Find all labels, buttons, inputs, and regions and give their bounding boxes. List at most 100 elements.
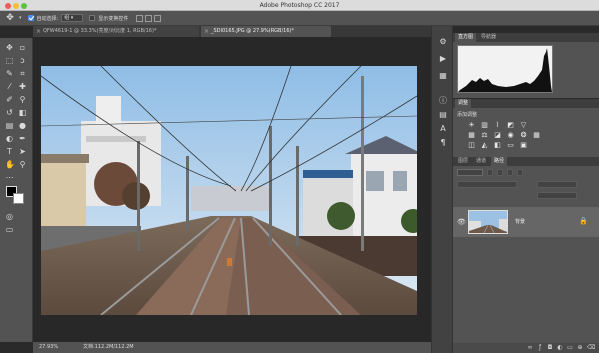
dodge-icon[interactable]: ◐ — [5, 134, 14, 143]
zoom-icon[interactable]: ⚲ — [18, 160, 27, 169]
gradient-icon[interactable]: ▤ — [5, 121, 14, 130]
photo-filter-icon[interactable]: ◉ — [506, 131, 515, 139]
align-bottom-icon[interactable] — [154, 14, 162, 22]
document-image — [41, 66, 417, 315]
posterize-icon[interactable]: ◭ — [480, 141, 489, 149]
invert-icon[interactable]: ◫ — [467, 141, 476, 149]
tab-paths[interactable]: 路径 — [491, 157, 508, 166]
move-tool-icon[interactable]: ✥ — [3, 11, 17, 25]
info-icon[interactable]: ⓘ — [438, 96, 448, 106]
color-balance-icon[interactable]: ⚖ — [480, 131, 489, 139]
blend-mode-select[interactable] — [457, 181, 517, 188]
status-bar: 27.93% 文档:112.2M/112.2M — [33, 342, 431, 353]
show-transform-checkbox[interactable] — [89, 15, 96, 21]
eyedropper-icon[interactable]: ⁄ — [5, 82, 14, 91]
histogram-panel-tabs: 直方图 导航器 — [453, 33, 599, 42]
more-tools-icon[interactable]: ⋯ — [5, 173, 14, 182]
color-lookup-icon[interactable]: ▦ — [532, 131, 541, 139]
window-title-bar: Adobe Photoshop CC 2017 — [0, 0, 599, 11]
auto-select-checkbox[interactable] — [27, 15, 34, 21]
curves-icon[interactable]: ⌇ — [493, 121, 502, 129]
tool-preset-caret-icon[interactable]: ▾ — [19, 15, 22, 21]
exposure-icon[interactable]: ◩ — [506, 121, 515, 129]
selective-color-icon[interactable]: ▣ — [519, 141, 528, 149]
artboard-icon[interactable]: ▫ — [18, 43, 27, 52]
hue-saturation-icon[interactable]: ▦ — [467, 131, 476, 139]
eraser-icon[interactable]: ◧ — [18, 108, 27, 117]
opacity-field[interactable] — [537, 181, 577, 188]
layers-panel-tabs: 图层 通道 路径 — [453, 157, 599, 166]
document-tab-1-label: QFW4619-1 @ 33.3%(亮度/对比度 1, RGB/16)* — [43, 28, 157, 34]
tools-panel: ✥ ▫ ⬚ ↄ ✎ ⌗ ⁄ ✚ ✐ ⚲ ↺ ◧ ▤ ● ◐ ✒ T ➤ ✋ ⚲ … — [0, 38, 33, 342]
align-top-icon[interactable] — [136, 14, 144, 22]
quick-mask-icon[interactable]: ◎ — [5, 212, 14, 221]
fill-field[interactable] — [537, 192, 577, 199]
delete-layer-icon[interactable]: ⌫ — [587, 345, 595, 351]
black-white-icon[interactable]: ◪ — [493, 131, 502, 139]
blur-icon[interactable]: ● — [18, 121, 27, 130]
lock-icon[interactable]: 🔒 — [579, 217, 588, 225]
tab-adjustments[interactable]: 调整 — [455, 99, 472, 108]
vibrance-icon[interactable]: ▽ — [519, 121, 528, 129]
close-tab-icon[interactable]: × — [36, 26, 41, 37]
layer-filter-select[interactable] — [457, 169, 483, 176]
histogram-panel: 直方图 导航器 — [453, 33, 599, 98]
filter-shape-icon[interactable] — [517, 169, 523, 176]
new-group-icon[interactable]: ▭ — [567, 345, 573, 351]
pen-icon[interactable]: ✒ — [18, 134, 27, 143]
history-icon[interactable]: ⚙ — [438, 37, 448, 47]
lock-row — [457, 192, 595, 199]
document-tab-2[interactable]: × _SDI0165.JPG @ 27.9%(RGB/16)* — [201, 26, 331, 37]
layer-comps-icon[interactable]: ▦ — [438, 71, 448, 81]
screen-mode-icon[interactable]: ▭ — [5, 225, 14, 234]
hand-icon[interactable]: ✋ — [5, 160, 15, 169]
channel-mixer-icon[interactable]: ❂ — [519, 131, 528, 139]
filter-pixel-icon[interactable] — [487, 169, 493, 176]
move-icon[interactable]: ✥ — [5, 43, 14, 52]
layer-style-icon[interactable]: ƒ — [537, 345, 543, 351]
adjustments-panel: 调整 添加调整 ☀ ▥ ⌇ ◩ ▽ ▦ ⚖ ◪ ◉ ❂ ▦ ◫ ◭ ◧ ▭ ▣ — [453, 99, 599, 157]
document-tab-1[interactable]: × QFW4619-1 @ 33.3%(亮度/对比度 1, RGB/16)* — [33, 26, 199, 37]
crop-icon[interactable]: ⌗ — [18, 69, 27, 78]
filter-type-icon[interactable] — [507, 169, 513, 176]
layer-row[interactable]: 👁 背景 🔒 — [453, 207, 599, 237]
close-tab-icon[interactable]: × — [204, 26, 209, 37]
type-icon[interactable]: T — [5, 147, 14, 156]
filter-adjustment-icon[interactable] — [497, 169, 503, 176]
align-middle-icon[interactable] — [145, 14, 153, 22]
layer-mask-icon[interactable]: ◘ — [547, 345, 553, 351]
path-select-icon[interactable]: ➤ — [18, 147, 27, 156]
layers-panel-footer: ∞ ƒ ◘ ◐ ▭ ⊕ ⌫ — [453, 343, 599, 353]
history-brush-icon[interactable]: ↺ — [5, 108, 14, 117]
levels-icon[interactable]: ▥ — [480, 121, 489, 129]
tab-layers[interactable]: 图层 — [455, 157, 472, 166]
gradient-map-icon[interactable]: ▭ — [506, 141, 515, 149]
properties-icon[interactable]: ▤ — [438, 110, 448, 120]
quick-select-icon[interactable]: ✎ — [5, 69, 14, 78]
adjustment-icons: ☀ ▥ ⌇ ◩ ▽ ▦ ⚖ ◪ ◉ ❂ ▦ ◫ ◭ ◧ ▭ ▣ — [467, 121, 542, 149]
auto-select-target-select[interactable]: 组 ▾ — [61, 14, 84, 22]
actions-icon[interactable]: ▶ — [438, 54, 448, 64]
tab-channels[interactable]: 通道 — [473, 157, 490, 166]
paragraph-icon[interactable]: ¶ — [438, 138, 448, 148]
tab-histogram[interactable]: 直方图 — [455, 33, 477, 42]
link-layers-icon[interactable]: ∞ — [527, 345, 533, 351]
brightness-contrast-icon[interactable]: ☀ — [467, 121, 476, 129]
marquee-icon[interactable]: ⬚ — [5, 56, 14, 65]
lasso-icon[interactable]: ↄ — [18, 56, 27, 65]
app-title: Adobe Photoshop CC 2017 — [259, 2, 340, 9]
tab-navigator[interactable]: 导航器 — [478, 33, 500, 42]
clone-stamp-icon[interactable]: ⚲ — [18, 95, 27, 104]
canvas-area[interactable] — [33, 37, 431, 342]
brush-icon[interactable]: ✐ — [5, 95, 14, 104]
adjustment-layer-icon[interactable]: ◐ — [557, 345, 563, 351]
character-icon[interactable]: A — [438, 124, 448, 134]
visibility-eye-icon[interactable]: 👁 — [457, 218, 466, 226]
new-layer-icon[interactable]: ⊕ — [577, 345, 583, 351]
layer-name[interactable]: 背景 — [515, 218, 525, 225]
zoom-level[interactable]: 27.93% — [39, 342, 58, 353]
document-size[interactable]: 文档:112.2M/112.2M — [83, 342, 134, 353]
background-color-swatch[interactable] — [13, 193, 24, 204]
healing-brush-icon[interactable]: ✚ — [18, 82, 27, 91]
threshold-icon[interactable]: ◧ — [493, 141, 502, 149]
